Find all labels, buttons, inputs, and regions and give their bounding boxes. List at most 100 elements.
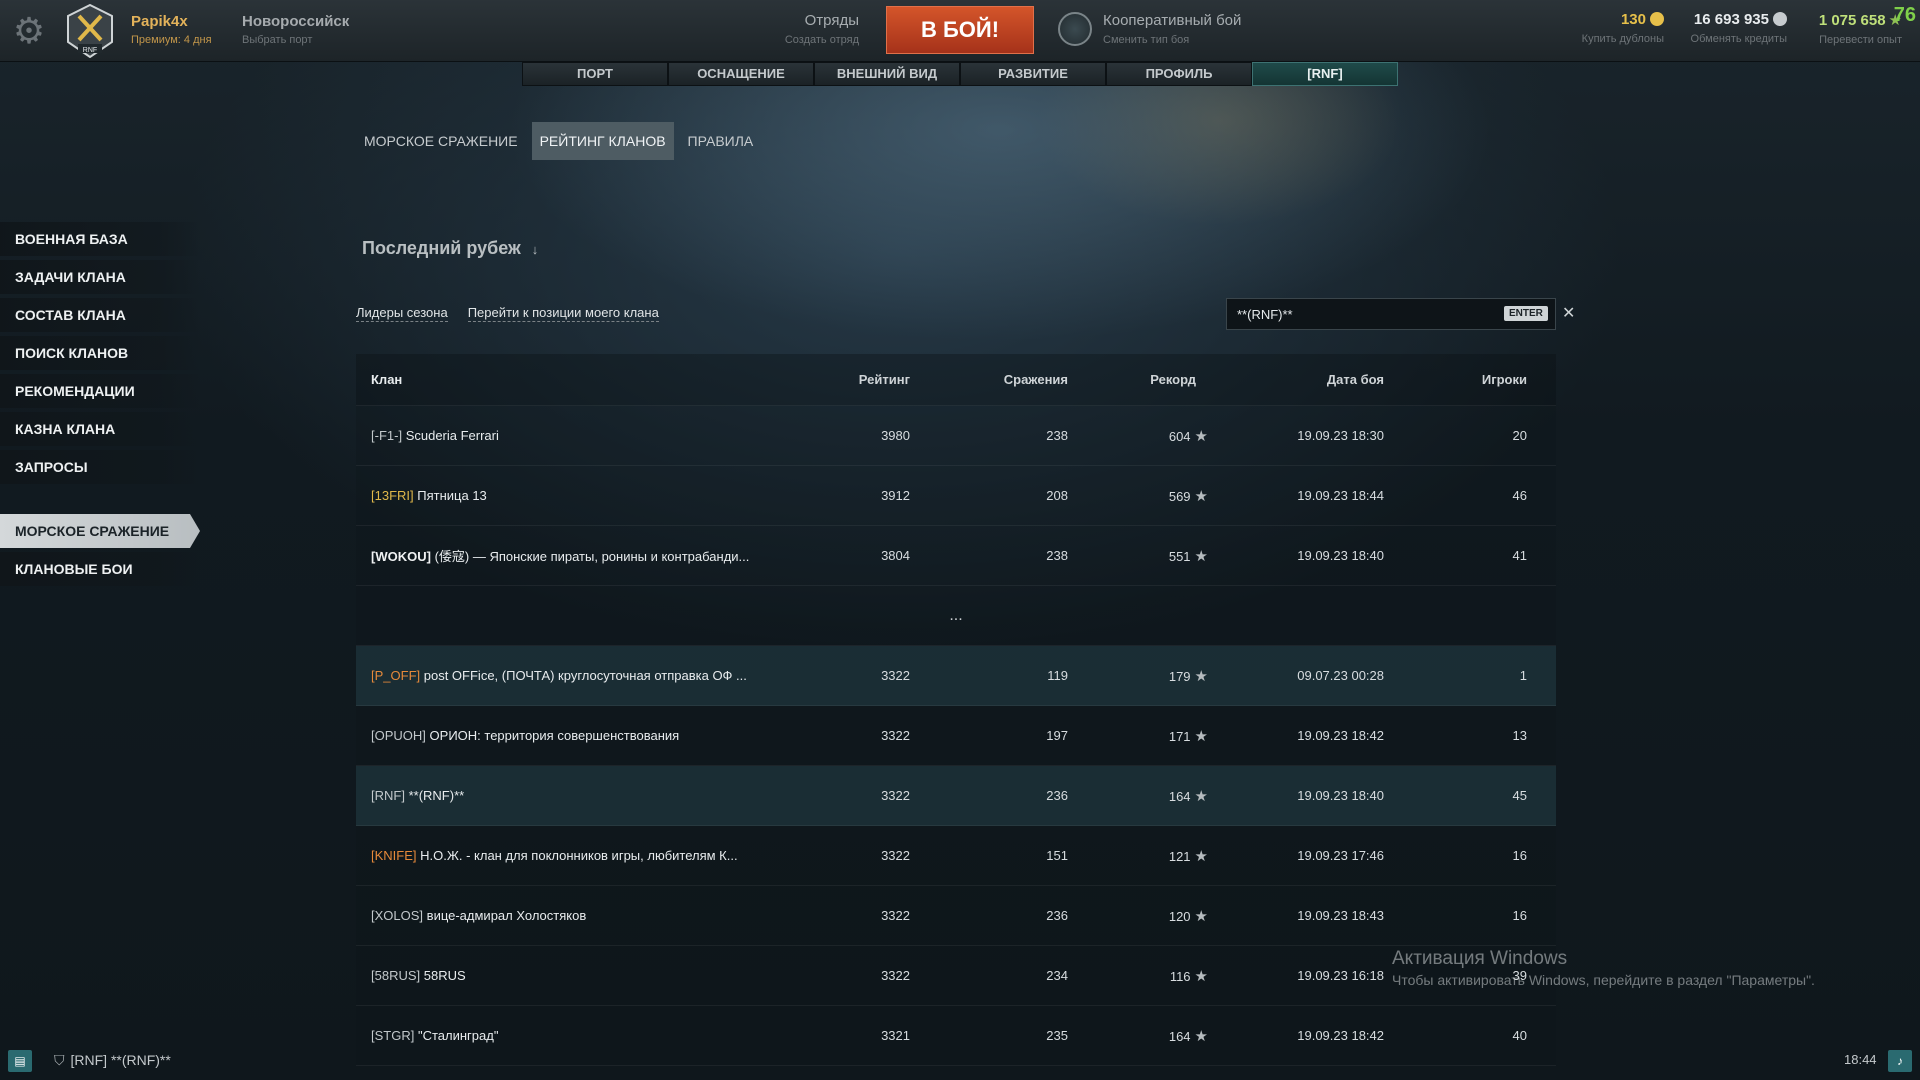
doubloons-value: 130 [1620,11,1646,28]
mode-icon[interactable] [1058,12,1092,46]
star-icon: ★ [1194,1027,1208,1045]
star-icon: ★ [1194,667,1208,685]
season-title: Последний рубеж [362,238,521,258]
squads-button[interactable]: Отряды [805,12,859,29]
ellipsis: ... [949,606,963,624]
clan-tag: [58RUS] [371,968,421,983]
header-record[interactable]: Рекорд [1068,372,1226,387]
clan-name: ОРИОН: территория совершенствования [429,728,680,743]
doubloons-balance[interactable]: 130 Купить дублоны [1582,11,1664,45]
player-name[interactable]: Papik4x [131,13,188,30]
menu-naval-battle[interactable]: МОРСКОЕ СРАЖЕНИЕ [0,514,200,548]
top-bar: ⚙ RNF Papik4x Премиум: 4 дня Новороссийс… [0,0,1920,62]
tab-appearance[interactable]: ВНЕШНИЙ ВИД [814,62,960,86]
xp-value: 1 075 658 [1818,12,1886,29]
convert-xp-link[interactable]: Перевести опыт [1819,34,1902,46]
menu-clan-treasury[interactable]: КАЗНА КЛАНА [0,412,200,446]
record-value: 121 [1168,848,1191,864]
clan-tag: [STGR] [371,1028,415,1043]
close-icon[interactable]: ✕ [1562,303,1575,323]
credit-icon [1773,12,1787,26]
clan-tag: [-F1-] [371,428,403,443]
tab-clan[interactable]: [RNF] [1252,62,1398,86]
menu-clan-tasks[interactable]: ЗАДАЧИ КЛАНА [0,260,200,294]
buy-doubloons-link[interactable]: Купить дублоны [1582,33,1664,45]
chat-icon[interactable]: ▤ [8,1050,32,1072]
port-select-link[interactable]: Выбрать порт [242,34,312,46]
rating-cell: 3322 [881,668,910,683]
shield-icon: ⛉ [54,1052,65,1068]
rating-cell: 3980 [881,428,910,443]
clan-cell: [P_OFF] post OFFice, (ПОЧТА) круглосуточ… [356,668,786,683]
season-selector[interactable]: Последний рубеж ↓ [362,238,538,259]
clan-name: Н.О.Ж. - клан для поклонников игры, люби… [420,848,738,863]
menu-clan-search[interactable]: ПОИСК КЛАНОВ [0,336,200,370]
table-row[interactable]: [58RUS] 58RUS 3322 234 116 ★ 19.09.23 16:… [356,946,1556,1006]
menu-requests[interactable]: ЗАПРОСЫ [0,450,200,484]
exchange-credits-link[interactable]: Обменять кредиты [1691,33,1787,45]
header-date[interactable]: Дата боя [1226,372,1384,387]
rating-cell: 3322 [881,788,910,803]
menu-clan-battles[interactable]: КЛАНОВЫЕ БОИ [0,552,200,586]
port-name[interactable]: Новороссийск [242,13,349,30]
table-row[interactable]: [XOLOS] вице-адмирал Холостяков 3322 236… [356,886,1556,946]
menu-recommendations[interactable]: РЕКОМЕНДАЦИИ [0,374,200,408]
menu-clan-members[interactable]: СОСТАВ КЛАНА [0,298,200,332]
battle-button[interactable]: В БОЙ! [886,6,1034,54]
record-cell: 179 ★ [1068,667,1226,685]
bell-icon[interactable]: ♪ [1888,1050,1912,1072]
premium-status[interactable]: Премиум: 4 дня [131,34,212,46]
create-squad-link[interactable]: Создать отряд [785,34,859,46]
record-value: 179 [1168,668,1191,684]
star-icon: ★ [1194,487,1208,505]
table-header: Клан Рейтинг Сражения Рекорд Дата боя Иг… [356,354,1556,406]
header-clan[interactable]: Клан [356,372,786,387]
xp-balance[interactable]: 1 075 658 ★ Перевести опыт [1819,11,1902,46]
clan-name: Пятница 13 [417,488,487,503]
table-row[interactable]: [-F1-] Scuderia Ferrari 3980 238 604 ★ 19… [356,406,1556,466]
menu-military-base[interactable]: ВОЕННАЯ БАЗА [0,222,200,256]
table-row[interactable]: [13FRI] Пятница 13 3912 208 569 ★ 19.09.2… [356,466,1556,526]
level-badge: 76 [1893,4,1916,26]
clan-name: вице-адмирал Холостяков [426,908,587,923]
date-cell: 19.09.23 18:42 [1297,728,1384,743]
season-leaders-link[interactable]: Лидеры сезона [356,305,448,322]
subtab-clan-rating[interactable]: РЕЙТИНГ КЛАНОВ [531,122,674,160]
players-cell: 16 [1512,848,1527,863]
star-icon: ★ [1194,427,1208,445]
gear-icon[interactable]: ⚙ [8,10,50,52]
subtab-rules[interactable]: ПРАВИЛА [680,122,762,160]
table-row[interactable]: [WOKOU] (倭寇) — Японские пираты, ронины и… [356,526,1556,586]
tab-profile[interactable]: ПРОФИЛЬ [1106,62,1252,86]
table-row[interactable]: [OPUOH] ОРИОН: территория совершенствова… [356,706,1556,766]
players-cell: 20 [1512,428,1527,443]
clan-name: **(RNF)** [408,788,465,803]
clan-name: (倭寇) — Японские пираты, ронины и контраб… [434,549,750,564]
header-players[interactable]: Игроки [1384,372,1542,387]
clan-tag: [P_OFF] [371,668,421,683]
players-cell: 1 [1519,668,1527,683]
subtab-naval-battle[interactable]: МОРСКОЕ СРАЖЕНИЕ [356,122,526,160]
tab-port[interactable]: ПОРТ [522,62,668,86]
battle-mode-title[interactable]: Кооперативный бой [1103,12,1241,29]
credits-balance[interactable]: 16 693 935 Обменять кредиты [1691,11,1787,45]
bottom-clan-label[interactable]: ⛉ [RNF] **(RNF)** [54,1052,171,1069]
rating-cell: 3804 [881,548,910,563]
credits-value: 16 693 935 [1693,11,1769,28]
table-row[interactable]: [P_OFF] post OFFice, (ПОЧТА) круглосуточ… [356,646,1556,706]
table-row[interactable]: [STGR] "Сталинград" 3321 235 164 ★ 19.09.… [356,1006,1556,1066]
tab-equipment[interactable]: ОСНАЩЕНИЕ [668,62,814,86]
date-cell: 09.07.23 00:28 [1297,668,1384,683]
clan-tag: [XOLOS] [371,908,424,923]
table-row-my-clan[interactable]: [RNF] **(RNF)** 3322 236 164 ★ 19.09.23 1… [356,766,1556,826]
main-tabs: ПОРТ ОСНАЩЕНИЕ ВНЕШНИЙ ВИД РАЗВИТИЕ ПРОФ… [522,62,1398,86]
tab-development[interactable]: РАЗВИТИЕ [960,62,1106,86]
my-clan-position-link[interactable]: Перейти к позиции моего клана [467,305,659,322]
change-mode-link[interactable]: Сменить тип боя [1103,34,1189,46]
clan-emblem-icon[interactable]: RNF [66,4,114,58]
battles-cell: 208 [1046,488,1068,503]
header-rating[interactable]: Рейтинг [786,372,910,387]
record-cell: 551 ★ [1068,547,1226,565]
header-battles[interactable]: Сражения [910,372,1068,387]
table-row[interactable]: [KNIFE] Н.О.Ж. - клан для поклонников иг… [356,826,1556,886]
